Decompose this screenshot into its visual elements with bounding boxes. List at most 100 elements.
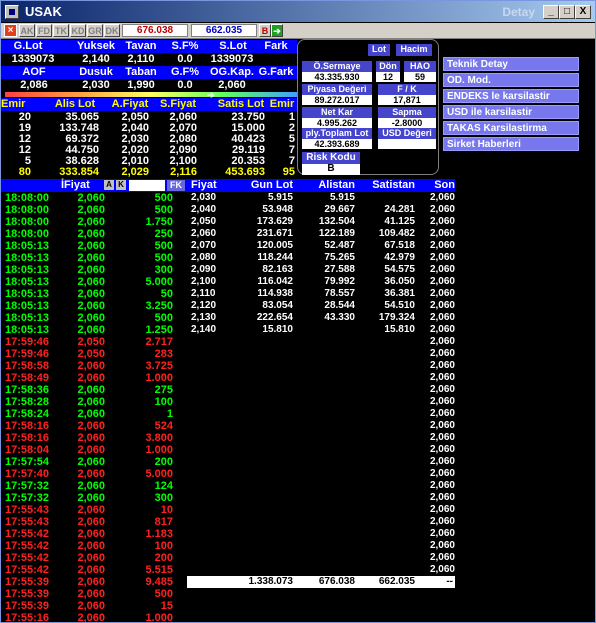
trade-row[interactable]: 18:08:00 2,060 500 bbox=[1, 192, 178, 204]
dist-row[interactable]: 2,080 118.244 75.265 42.979 2,060 bbox=[187, 252, 455, 264]
link-takas[interactable]: TAKAS Karsilastirma bbox=[443, 121, 579, 135]
b-button[interactable]: B bbox=[259, 24, 271, 37]
trade-row[interactable]: 18:08:00 2,060 1.750 bbox=[1, 216, 178, 228]
link-haberler[interactable]: Sirket Haberleri bbox=[443, 137, 579, 151]
trade-row[interactable]: 17:55:16 2,060 1.000 bbox=[1, 612, 178, 622]
trade-row[interactable]: 18:05:13 2,060 500 bbox=[1, 252, 178, 264]
trade-row[interactable]: 17:58:36 2,060 275 bbox=[1, 384, 178, 396]
depth-header-emir-ask: Emir bbox=[269, 98, 295, 110]
trade-cell: 3.250 bbox=[145, 300, 173, 312]
dist-row[interactable]: 2,040 53.948 29.667 24.281 2,060 bbox=[187, 204, 455, 216]
dist-cell: 2,060 bbox=[429, 216, 455, 227]
link-od-mod[interactable]: OD. Mod. bbox=[443, 73, 579, 87]
dist-row[interactable]: 2,090 82.163 27.588 54.575 2,060 bbox=[187, 264, 455, 276]
dist-row[interactable]: 2,120 83.054 28.544 54.510 2,060 bbox=[187, 300, 455, 312]
trade-row[interactable]: 18:08:00 2,060 250 bbox=[1, 228, 178, 240]
close-button[interactable]: X bbox=[575, 5, 591, 19]
trade-row[interactable]: 17:55:42 2,060 100 bbox=[1, 540, 178, 552]
dist-row[interactable]: 2,130 222.654 43.330 179.324 2,060 bbox=[187, 312, 455, 324]
trade-row[interactable]: 18:05:13 2,060 50 bbox=[1, 288, 178, 300]
trades-a-button[interactable]: A bbox=[104, 180, 114, 190]
link-usd[interactable]: USD ile karsilastir bbox=[443, 105, 579, 119]
trades-filter-input[interactable] bbox=[129, 180, 165, 191]
arrow-icon[interactable]: ➔ bbox=[271, 24, 283, 37]
son-cell: 2,060 bbox=[429, 480, 455, 491]
son-row: 2,060 bbox=[187, 444, 455, 456]
trade-row[interactable]: 18:05:13 2,060 1.250 bbox=[1, 324, 178, 336]
trade-row[interactable]: 17:55:43 2,060 817 bbox=[1, 516, 178, 528]
trade-cell: 17:58:24 bbox=[5, 408, 50, 420]
trade-row[interactable]: 17:55:39 2,060 9.485 bbox=[1, 576, 178, 588]
trade-cell: 17:55:42 bbox=[5, 540, 50, 552]
summary-header-row-1: G.Lot Yuksek Tavan S.F% S.Lot Fark bbox=[1, 40, 297, 53]
trade-row[interactable]: 17:55:42 2,060 5.515 bbox=[1, 564, 178, 576]
trade-row[interactable]: 17:59:46 2,050 2.717 bbox=[1, 336, 178, 348]
maximize-button[interactable]: □ bbox=[559, 5, 575, 19]
trade-row[interactable]: 17:55:42 2,060 1.183 bbox=[1, 528, 178, 540]
link-endeks[interactable]: ENDEKS le karsilastir bbox=[443, 89, 579, 103]
trade-row[interactable]: 17:58:28 2,060 100 bbox=[1, 396, 178, 408]
dist-cell: 2,090 bbox=[191, 264, 217, 275]
dist-cell: 67.518 bbox=[384, 240, 415, 251]
trade-row[interactable]: 17:58:58 2,060 3.725 bbox=[1, 360, 178, 372]
trade-row[interactable]: 17:57:32 2,060 300 bbox=[1, 492, 178, 504]
dist-row[interactable]: 2,050 173.629 132.504 41.125 2,060 bbox=[187, 216, 455, 228]
trade-row[interactable]: 17:57:40 2,060 5.000 bbox=[1, 468, 178, 480]
trade-cell: 2,060 bbox=[77, 252, 105, 264]
trade-cell: 17:59:46 bbox=[5, 336, 50, 348]
trade-row[interactable]: 17:55:42 2,060 200 bbox=[1, 552, 178, 564]
tab-kd[interactable]: KD bbox=[70, 24, 86, 37]
trade-row[interactable]: 18:08:00 2,060 500 bbox=[1, 204, 178, 216]
trade-row[interactable]: 17:57:32 2,060 124 bbox=[1, 480, 178, 492]
lot-button[interactable]: Lot bbox=[368, 44, 390, 56]
trade-cell: 17:58:28 bbox=[5, 396, 50, 408]
trade-row[interactable]: 17:58:16 2,060 524 bbox=[1, 420, 178, 432]
link-teknik-detay[interactable]: Teknik Detay bbox=[443, 57, 579, 71]
dist-cell: 52.487 bbox=[324, 240, 355, 251]
value-dusuk: 2,030 bbox=[82, 79, 110, 91]
dist-row[interactable]: 2,060 231.671 122.189 109.482 2,060 bbox=[187, 228, 455, 240]
dist-row[interactable]: 2,110 114.938 78.557 36.381 2,060 bbox=[187, 288, 455, 300]
trade-row[interactable]: 17:58:04 2,060 1.000 bbox=[1, 444, 178, 456]
trade-row[interactable]: 17:55:43 2,060 10 bbox=[1, 504, 178, 516]
dist-row[interactable]: 2,070 120.005 52.487 67.518 2,060 bbox=[187, 240, 455, 252]
trade-row[interactable]: 17:58:16 2,060 3.800 bbox=[1, 432, 178, 444]
risk-value: B bbox=[302, 164, 360, 175]
dist-row[interactable]: 2,140 15.810 15.810 2,060 bbox=[187, 324, 455, 336]
value-taban: 1,990 bbox=[127, 79, 155, 91]
trade-row[interactable]: 17:58:24 2,060 1 bbox=[1, 408, 178, 420]
trade-row[interactable]: 17:58:49 2,060 1.000 bbox=[1, 372, 178, 384]
trade-row[interactable]: 17:55:39 2,060 500 bbox=[1, 588, 178, 600]
son-cell: 2,060 bbox=[429, 408, 455, 419]
trade-row[interactable]: 18:05:13 2,060 500 bbox=[1, 312, 178, 324]
trade-row[interactable]: 18:05:13 2,060 5.000 bbox=[1, 276, 178, 288]
trades-k-button[interactable]: K bbox=[116, 180, 126, 190]
son-row: 2,060 bbox=[187, 528, 455, 540]
title-bar[interactable]: USAK Detay _ □ X bbox=[1, 1, 595, 22]
dist-cell: 36.050 bbox=[384, 276, 415, 287]
close-small-icon[interactable]: × bbox=[4, 24, 17, 37]
trade-row[interactable]: 17:57:54 2,060 200 bbox=[1, 456, 178, 468]
trade-row[interactable]: 18:05:13 2,060 500 bbox=[1, 240, 178, 252]
trade-row[interactable]: 17:59:46 2,050 283 bbox=[1, 348, 178, 360]
trade-row[interactable]: 17:55:39 2,060 15 bbox=[1, 600, 178, 612]
trade-cell: 500 bbox=[154, 252, 173, 264]
dist-row[interactable]: 2,030 5.915 5.915 2,060 bbox=[187, 192, 455, 204]
tab-ak[interactable]: AK bbox=[19, 24, 35, 37]
trade-cell: 2,060 bbox=[77, 276, 105, 288]
trade-cell: 17:58:49 bbox=[5, 372, 50, 384]
trade-row[interactable]: 18:05:13 2,060 300 bbox=[1, 264, 178, 276]
tab-fd[interactable]: FD bbox=[36, 24, 52, 37]
tab-tk[interactable]: TK bbox=[53, 24, 69, 37]
trade-row[interactable]: 18:05:13 2,060 3.250 bbox=[1, 300, 178, 312]
dist-row[interactable]: 2,100 116.042 79.992 36.050 2,060 bbox=[187, 276, 455, 288]
hacim-button[interactable]: Hacim bbox=[396, 44, 432, 56]
minimize-button[interactable]: _ bbox=[543, 5, 559, 19]
tab-gr[interactable]: GR bbox=[87, 24, 103, 37]
dist-cell: 2,140 bbox=[191, 324, 217, 335]
trade-cell: 2,060 bbox=[77, 300, 105, 312]
trade-cell: 17:57:54 bbox=[5, 456, 50, 468]
tab-dk[interactable]: DK bbox=[104, 24, 120, 37]
trade-cell: 1.250 bbox=[145, 324, 173, 336]
trades-fk-button[interactable]: FK bbox=[167, 180, 185, 191]
